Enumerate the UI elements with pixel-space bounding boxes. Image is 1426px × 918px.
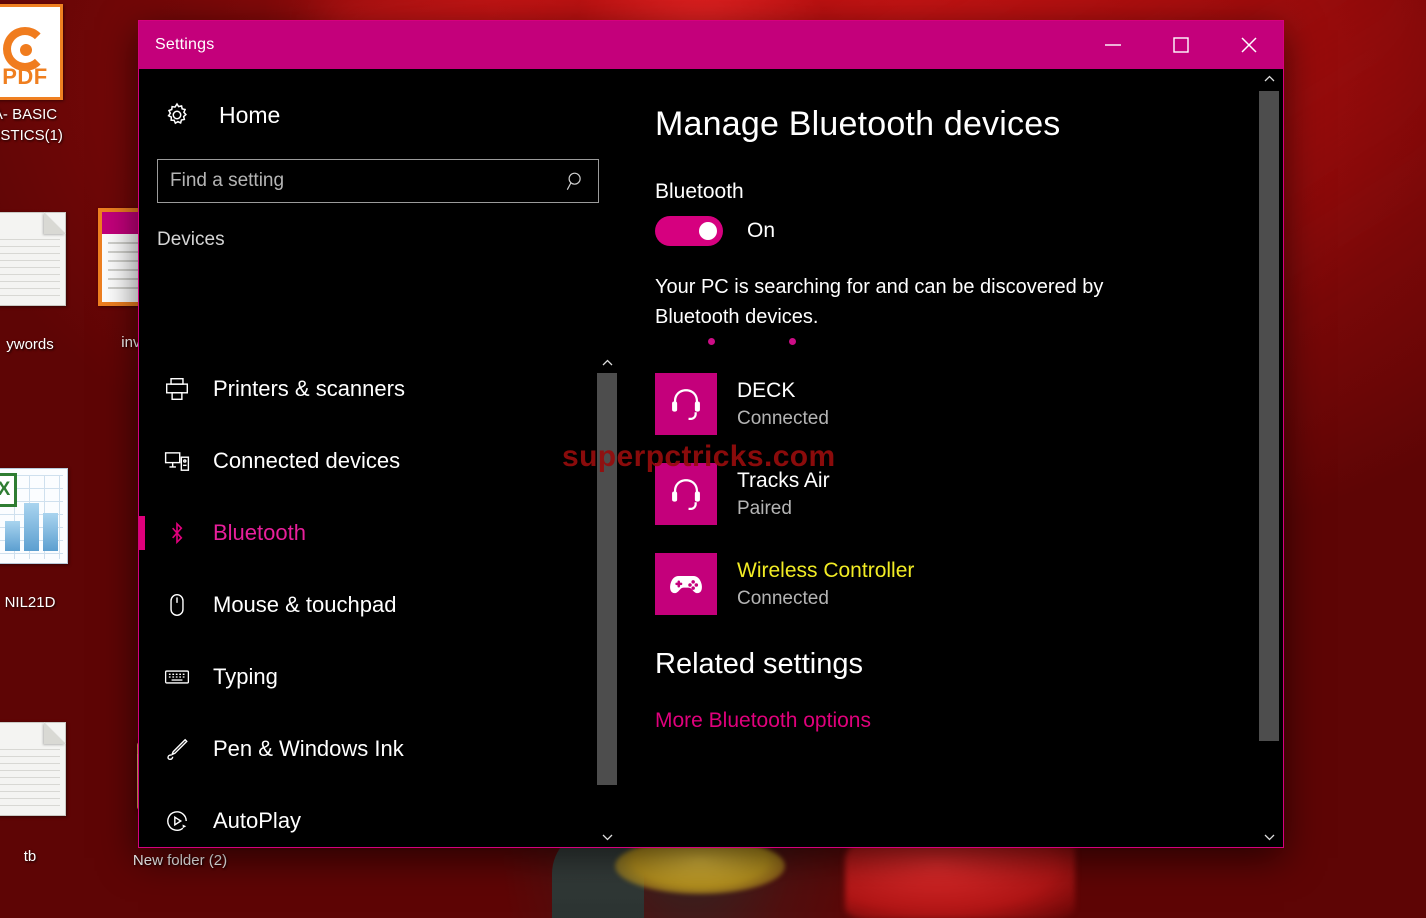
sidebar-item-home[interactable]: Home [157,87,619,143]
device-text: Tracks Air Paired [737,467,830,522]
page-title: Manage Bluetooth devices [655,105,1061,143]
sidebar-item-label: Pen & Windows Ink [213,736,404,761]
bluetooth-section-label: Bluetooth [655,180,744,203]
desktop-icon-pdf[interactable]: PDF A- BASIC TISTICS(1) [0,4,90,146]
device-status: Connected [737,587,829,609]
desktop-icon-label: NIL21D [4,594,56,611]
excel-spreadsheet-icon: X [0,468,68,564]
keyboard-icon [157,664,197,690]
window-title: Settings [155,36,215,53]
desktop-background: PDF A- BASIC TISTICS(1) ywords invo X NI… [0,0,1426,918]
desktop-icon-excel[interactable]: X NIL21D [0,468,95,613]
gear-icon [157,101,197,129]
device-status: Paired [737,497,792,519]
sidebar-item-autoplay[interactable]: AutoPlay [139,785,589,847]
bluetooth-toggle[interactable] [655,216,723,246]
headset-icon [655,373,717,435]
search-icon[interactable] [554,160,598,202]
sidebar-item-pen-windows-ink[interactable]: Pen & Windows Ink [139,713,589,785]
device-name: Tracks Air [737,468,830,492]
device-name: DECK [737,378,796,402]
device-text: Wireless Controller Connected [737,557,914,612]
document-icon [0,212,66,306]
gamepad-icon [655,553,717,615]
related-settings-title: Related settings [655,648,863,680]
excel-badge-label: X [0,473,17,507]
progress-dot [708,338,715,345]
desktop-icon-label: A- BASIC [0,106,58,123]
sidebar-item-label: Printers & scanners [213,376,405,401]
scroll-up-icon[interactable] [1255,69,1283,89]
scroll-down-icon[interactable] [1255,827,1283,847]
pen-icon [157,736,197,762]
desktop-icon-label: tb [23,848,37,865]
document-icon [0,722,66,816]
mouse-icon [157,592,197,618]
printer-icon [157,376,197,402]
window-controls [1079,21,1283,69]
device-text: DECK Connected [737,377,829,432]
device-list-item[interactable]: Tracks Air Paired [655,458,1095,530]
bluetooth-device-list: DECK Connected Tracks Air Paired Wireles… [655,368,1283,620]
window-scrollbar-thumb[interactable] [1259,91,1279,741]
sidebar-item-connected-devices[interactable]: Connected devices [139,425,589,497]
foxit-pdf-icon: PDF [0,4,63,100]
device-status: Connected [737,407,829,429]
search-box[interactable] [157,159,599,203]
toggle-knob [699,222,717,240]
connected-devices-icon [157,448,197,474]
sidebar-item-label: Connected devices [213,448,401,473]
search-progress-indicator [655,334,955,352]
sidebar-home-label: Home [219,101,281,128]
sidebar-scrollbar[interactable] [595,353,619,847]
bluetooth-icon [157,520,197,546]
sidebar-item-label: AutoPlay [213,808,302,833]
scroll-up-icon[interactable] [595,353,619,373]
pdf-badge-label: PDF [2,64,48,89]
desktop-icon-label: New folder (2) [132,852,228,869]
window-body: Home Devices [139,69,1283,847]
headset-icon [655,463,717,525]
desktop-icon-label-line2: TISTICS(1) [0,127,63,144]
device-list-item[interactable]: Wireless Controller Connected [655,548,1095,620]
sidebar-nav-list: Printers & scanners Connected devices Bl… [139,353,589,847]
more-bluetooth-options-link[interactable]: More Bluetooth options [655,709,871,733]
sidebar-item-label: Bluetooth [213,520,306,545]
maximize-button[interactable] [1147,21,1215,69]
autoplay-icon [157,808,197,834]
window-titlebar[interactable]: Settings [139,21,1283,69]
bluetooth-toggle-row: On [655,216,1283,246]
close-button[interactable] [1215,21,1283,69]
search-input[interactable] [158,160,554,202]
window-scrollbar[interactable] [1255,69,1283,847]
device-name: Wireless Controller [737,558,915,582]
bluetooth-search-status: Your PC is searching for and can be disc… [655,276,1104,328]
sidebar-item-printers-scanners[interactable]: Printers & scanners [139,353,589,425]
settings-window: Settings Home Find a setting Devices Pri… [138,20,1284,848]
minimize-button[interactable] [1079,21,1147,69]
sidebar-item-bluetooth[interactable]: Bluetooth [139,497,589,569]
settings-main-pane: Manage Bluetooth devices Bluetooth On Yo… [619,69,1283,847]
desktop-icon-tb[interactable]: tb [0,722,95,867]
sidebar-scrollbar-track[interactable] [595,373,619,827]
device-list-item[interactable]: DECK Connected [655,368,1095,440]
window-scrollbar-track[interactable] [1255,89,1283,827]
sidebar-item-label: Typing [213,664,278,689]
selection-indicator [139,516,145,550]
sidebar-scrollbar-thumb[interactable] [597,373,617,785]
scroll-down-icon[interactable] [595,827,619,847]
settings-sidebar: Home Devices [139,69,619,847]
sidebar-item-label: Mouse & touchpad [213,592,397,617]
sidebar-item-typing[interactable]: Typing [139,641,589,713]
sidebar-item-mouse-touchpad[interactable]: Mouse & touchpad [139,569,589,641]
progress-dot [789,338,796,345]
sidebar-section-title: Devices [157,229,225,250]
bluetooth-toggle-state: On [747,219,776,242]
